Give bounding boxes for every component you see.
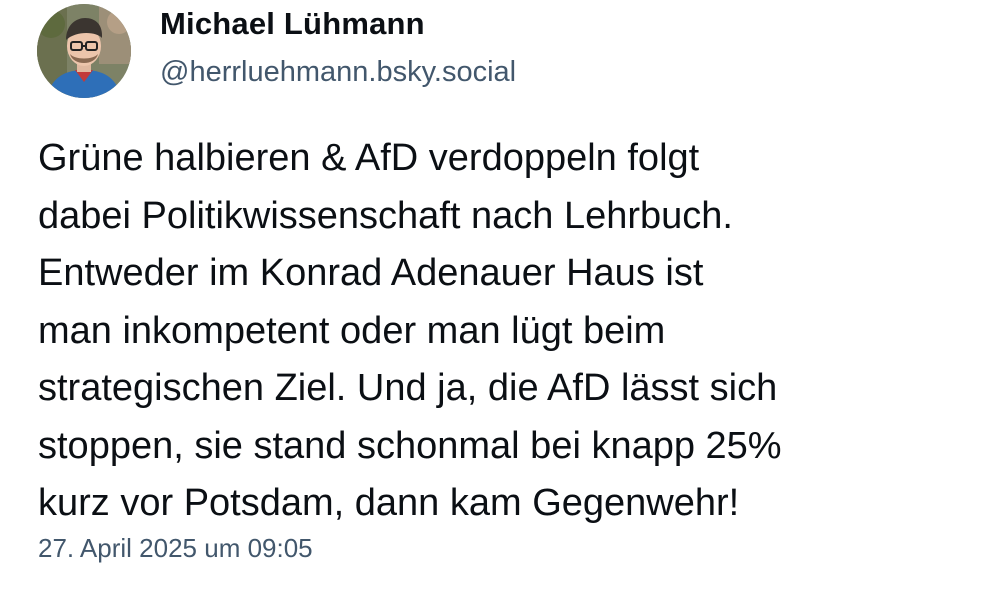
post-text-line: Entweder im Konrad Adenauer Haus ist <box>38 252 704 294</box>
post-text-line: man inkompetent oder man lügt beim <box>38 309 666 352</box>
author-avatar[interactable] <box>37 4 131 98</box>
author-handle[interactable]: @herrluehmann.bsky.social <box>160 56 516 89</box>
post-text-line: strategischen Ziel. Und ja, die AfD läss… <box>38 367 778 409</box>
post-text-line: kurz vor Potsdam, dann kam Gegenwehr! <box>38 482 740 524</box>
post-timestamp[interactable]: 27. April 2025 um 09:05 <box>38 533 313 564</box>
post-text-line: stoppen, sie stand schonmal bei knapp 25… <box>38 424 782 467</box>
post-card: Michael Lühmann @herrluehmann.bsky.socia… <box>0 0 1008 590</box>
post-text-line: Grüne halbieren & AfD verdoppeln folgt <box>38 137 700 179</box>
author-display-name[interactable]: Michael Lühmann <box>160 6 425 42</box>
post-text: Grüne halbieren & AfD verdoppeln folgt d… <box>38 130 978 533</box>
post-text-line: dabei Politikwissenschaft nach Lehrbuch. <box>38 194 733 237</box>
avatar-photo-icon <box>37 4 131 98</box>
